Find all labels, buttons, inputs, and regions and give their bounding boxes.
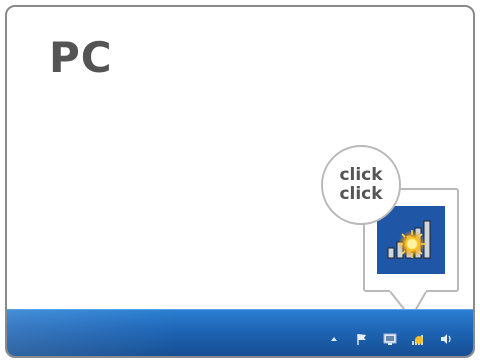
wireless-network-icon bbox=[387, 220, 431, 259]
volume-icon[interactable] bbox=[439, 332, 453, 346]
callout-line-2: click bbox=[339, 184, 383, 204]
page-title: PC bbox=[49, 33, 113, 82]
action-center-flag-icon[interactable] bbox=[355, 332, 369, 346]
callout-line-1: click bbox=[339, 165, 383, 185]
taskbar bbox=[7, 309, 473, 356]
system-tray bbox=[327, 328, 453, 350]
tutorial-frame: PC click click bbox=[5, 5, 475, 358]
display-icon[interactable] bbox=[383, 332, 397, 346]
zoomed-network-icon[interactable] bbox=[377, 206, 445, 274]
click-callout-bubble: click click bbox=[321, 145, 401, 225]
taskbar-glare bbox=[7, 310, 177, 356]
show-hidden-icons-arrow-icon[interactable] bbox=[327, 332, 341, 346]
network-icon[interactable] bbox=[411, 332, 425, 346]
